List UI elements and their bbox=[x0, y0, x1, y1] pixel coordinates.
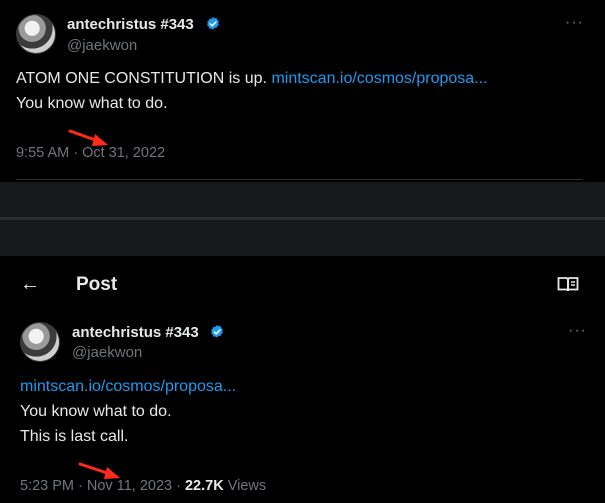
verified-badge-icon bbox=[207, 17, 219, 30]
tweet-link[interactable]: mintscan.io/cosmos/proposa... bbox=[20, 378, 236, 396]
tweet-link[interactable]: mintscan.io/cosmos/proposa... bbox=[271, 70, 487, 87]
author-handle[interactable]: @jaekwon bbox=[72, 344, 142, 361]
top-tweet-panel: antechristus #343 @jaekwon ··· ATOM ONE … bbox=[0, 0, 605, 182]
verified-badge-icon bbox=[211, 325, 223, 338]
annotation-arrow-icon bbox=[68, 129, 108, 146]
separator-band bbox=[0, 217, 605, 220]
tweet-text-line-2: You know what to do. bbox=[20, 403, 172, 420]
tweet-time[interactable]: 9:55 AM bbox=[16, 145, 69, 161]
bottom-post-panel: ← Post antechristus #343 @jaekwon ··· mi… bbox=[0, 256, 605, 503]
screenshot-separator bbox=[0, 182, 605, 256]
tweet-time[interactable]: 5:23 PM bbox=[20, 478, 74, 494]
author-name[interactable]: antechristus #343 bbox=[72, 324, 199, 341]
tweet-text-line-3: This is last call. bbox=[20, 428, 129, 445]
tweet-text: ATOM ONE CONSTITUTION is up. bbox=[16, 70, 272, 87]
page-title: Post bbox=[76, 274, 118, 295]
tweet-text-line-2: You know what to do. bbox=[16, 95, 168, 112]
tweet-text-line-1: ATOM ONE CONSTITUTION is up. mintscan.io… bbox=[16, 70, 488, 88]
views-label: Views bbox=[227, 478, 267, 494]
avatar[interactable] bbox=[20, 322, 60, 362]
divider bbox=[16, 179, 582, 180]
author-name[interactable]: antechristus #343 bbox=[67, 16, 194, 33]
back-arrow-icon[interactable]: ← bbox=[20, 273, 40, 296]
annotation-arrow-icon bbox=[78, 462, 120, 479]
author-handle[interactable]: @jaekwon bbox=[67, 37, 137, 54]
tweet-timestamp[interactable]: 5:23 PM · Nov 11, 2023 · 22.7K Views bbox=[20, 478, 266, 494]
more-options-icon[interactable]: ··· bbox=[568, 323, 587, 339]
reader-mode-icon[interactable] bbox=[557, 276, 579, 293]
avatar[interactable] bbox=[16, 14, 56, 54]
views-count[interactable]: 22.7K bbox=[185, 478, 224, 494]
more-options-icon[interactable]: ··· bbox=[565, 15, 584, 31]
